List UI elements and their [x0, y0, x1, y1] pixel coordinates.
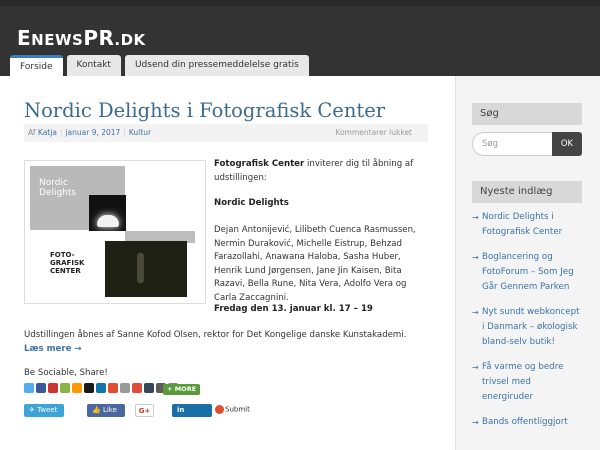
thumbs-up-icon: 👍 — [92, 406, 101, 414]
share-service-icon[interactable] — [36, 383, 46, 393]
twitter-icon: ✈ — [29, 406, 35, 414]
share-service-icon[interactable] — [132, 383, 142, 393]
tab-forside[interactable]: Forside — [10, 55, 63, 76]
meta-author[interactable]: Katja — [38, 128, 57, 137]
stumbleupon-submit-button[interactable]: Submit — [215, 405, 250, 414]
share-service-icon[interactable] — [60, 383, 70, 393]
post-artists: Dejan Antonijević, Lilibeth Cuenca Rasmu… — [214, 225, 416, 303]
image-night-photo — [105, 241, 187, 297]
site-header: ENEWSPR.DK Forside Kontakt Udsend din pr… — [0, 0, 600, 76]
recent-post-link[interactable]: → Boglancering og FotoForum – Som Jeg Går… — [472, 250, 582, 295]
share-service-icon[interactable] — [72, 383, 82, 393]
tab-udsend[interactable]: Udsend din pressemeddelelse gratis — [124, 55, 309, 76]
meta-comments: Kommentarer lukket — [335, 128, 412, 137]
google-plus-button[interactable]: G+ — [135, 404, 154, 417]
post-opening: Udstillingen åbnes af Sanne Kofod Olsen,… — [24, 330, 407, 340]
share-service-icon[interactable] — [108, 383, 118, 393]
tab-kontakt[interactable]: Kontakt — [66, 55, 121, 76]
meta-date[interactable]: januar 9, 2017 — [65, 128, 120, 137]
search-widget-title: Søg — [472, 103, 582, 125]
recent-posts-title: Nyeste indlæg — [472, 181, 582, 203]
main-nav: Forside Kontakt Udsend din pressemeddele… — [10, 55, 309, 76]
share-icons-row — [24, 383, 178, 393]
header-top-strip — [0, 0, 600, 6]
recent-post-link[interactable]: → Nordic Delights i Fotografisk Center — [472, 210, 582, 240]
arrow-right-icon: → — [472, 363, 479, 372]
arrow-right-icon: → — [472, 418, 479, 427]
tweet-button[interactable]: ✈ Tweet — [24, 404, 64, 417]
share-service-icon[interactable] — [24, 383, 34, 393]
post-meta: Af Katja | januar 9, 2017 | Kultur Kommentar… — [24, 124, 428, 142]
recent-post-link[interactable]: → Bands offentliggjort — [472, 415, 582, 430]
linkedin-icon: in — [177, 406, 185, 414]
read-more-link[interactable]: Læs mere → — [24, 344, 82, 354]
recent-posts-list: → Nordic Delights i Fotografisk Center → B… — [472, 210, 582, 440]
recent-post-link[interactable]: → Få varme og bedre trivsel med energirud… — [472, 360, 582, 405]
stumbleupon-icon — [215, 405, 224, 414]
arrow-right-icon: → — [472, 308, 479, 317]
share-service-icon[interactable] — [48, 383, 58, 393]
linkedin-share-button[interactable]: in Share — [172, 404, 212, 427]
share-service-icon[interactable] — [144, 383, 154, 393]
image-bottom-text: FOTO- GRAFISK CENTER — [50, 251, 85, 275]
post-when: Fredag den 13. januar kl. 17 – 19 — [214, 304, 373, 314]
intro-bold: Fotografisk Center — [214, 159, 305, 169]
share-service-icon[interactable] — [96, 383, 106, 393]
image-top-text: Nordic Delights — [39, 178, 77, 198]
share-service-icon[interactable] — [84, 383, 94, 393]
search-button[interactable]: OK — [552, 132, 582, 156]
meta-by: Af — [28, 128, 36, 137]
arrow-right-icon: → — [472, 213, 479, 222]
image-bottom-panel: FOTO- GRAFISK CENTER — [30, 241, 110, 295]
facebook-like-button[interactable]: 👍 Like 0 — [87, 404, 125, 427]
sociable-heading: Be Sociable, Share! — [24, 368, 108, 378]
arrow-right-icon: → — [472, 253, 479, 262]
image-lamp-photo — [89, 195, 126, 231]
post-title[interactable]: Nordic Delights i Fotografisk Center — [24, 99, 385, 122]
recent-post-link[interactable]: → Nyt sundt webkoncept i Danmark – økolog… — [472, 305, 582, 350]
post-intro: Fotografisk Center inviterer dig til åbn… — [214, 158, 424, 185]
site-logo[interactable]: ENEWSPR.DK — [17, 26, 146, 50]
share-service-icon[interactable] — [120, 383, 130, 393]
search-input[interactable]: Søg — [472, 132, 554, 156]
meta-category[interactable]: Kultur — [129, 128, 151, 137]
more-share-button[interactable]: + MORE — [163, 384, 201, 395]
post-image[interactable]: Nordic Delights FOTO- GRAFISK CENTER — [24, 160, 206, 304]
post-exhibition: Nordic Delights — [214, 198, 289, 208]
